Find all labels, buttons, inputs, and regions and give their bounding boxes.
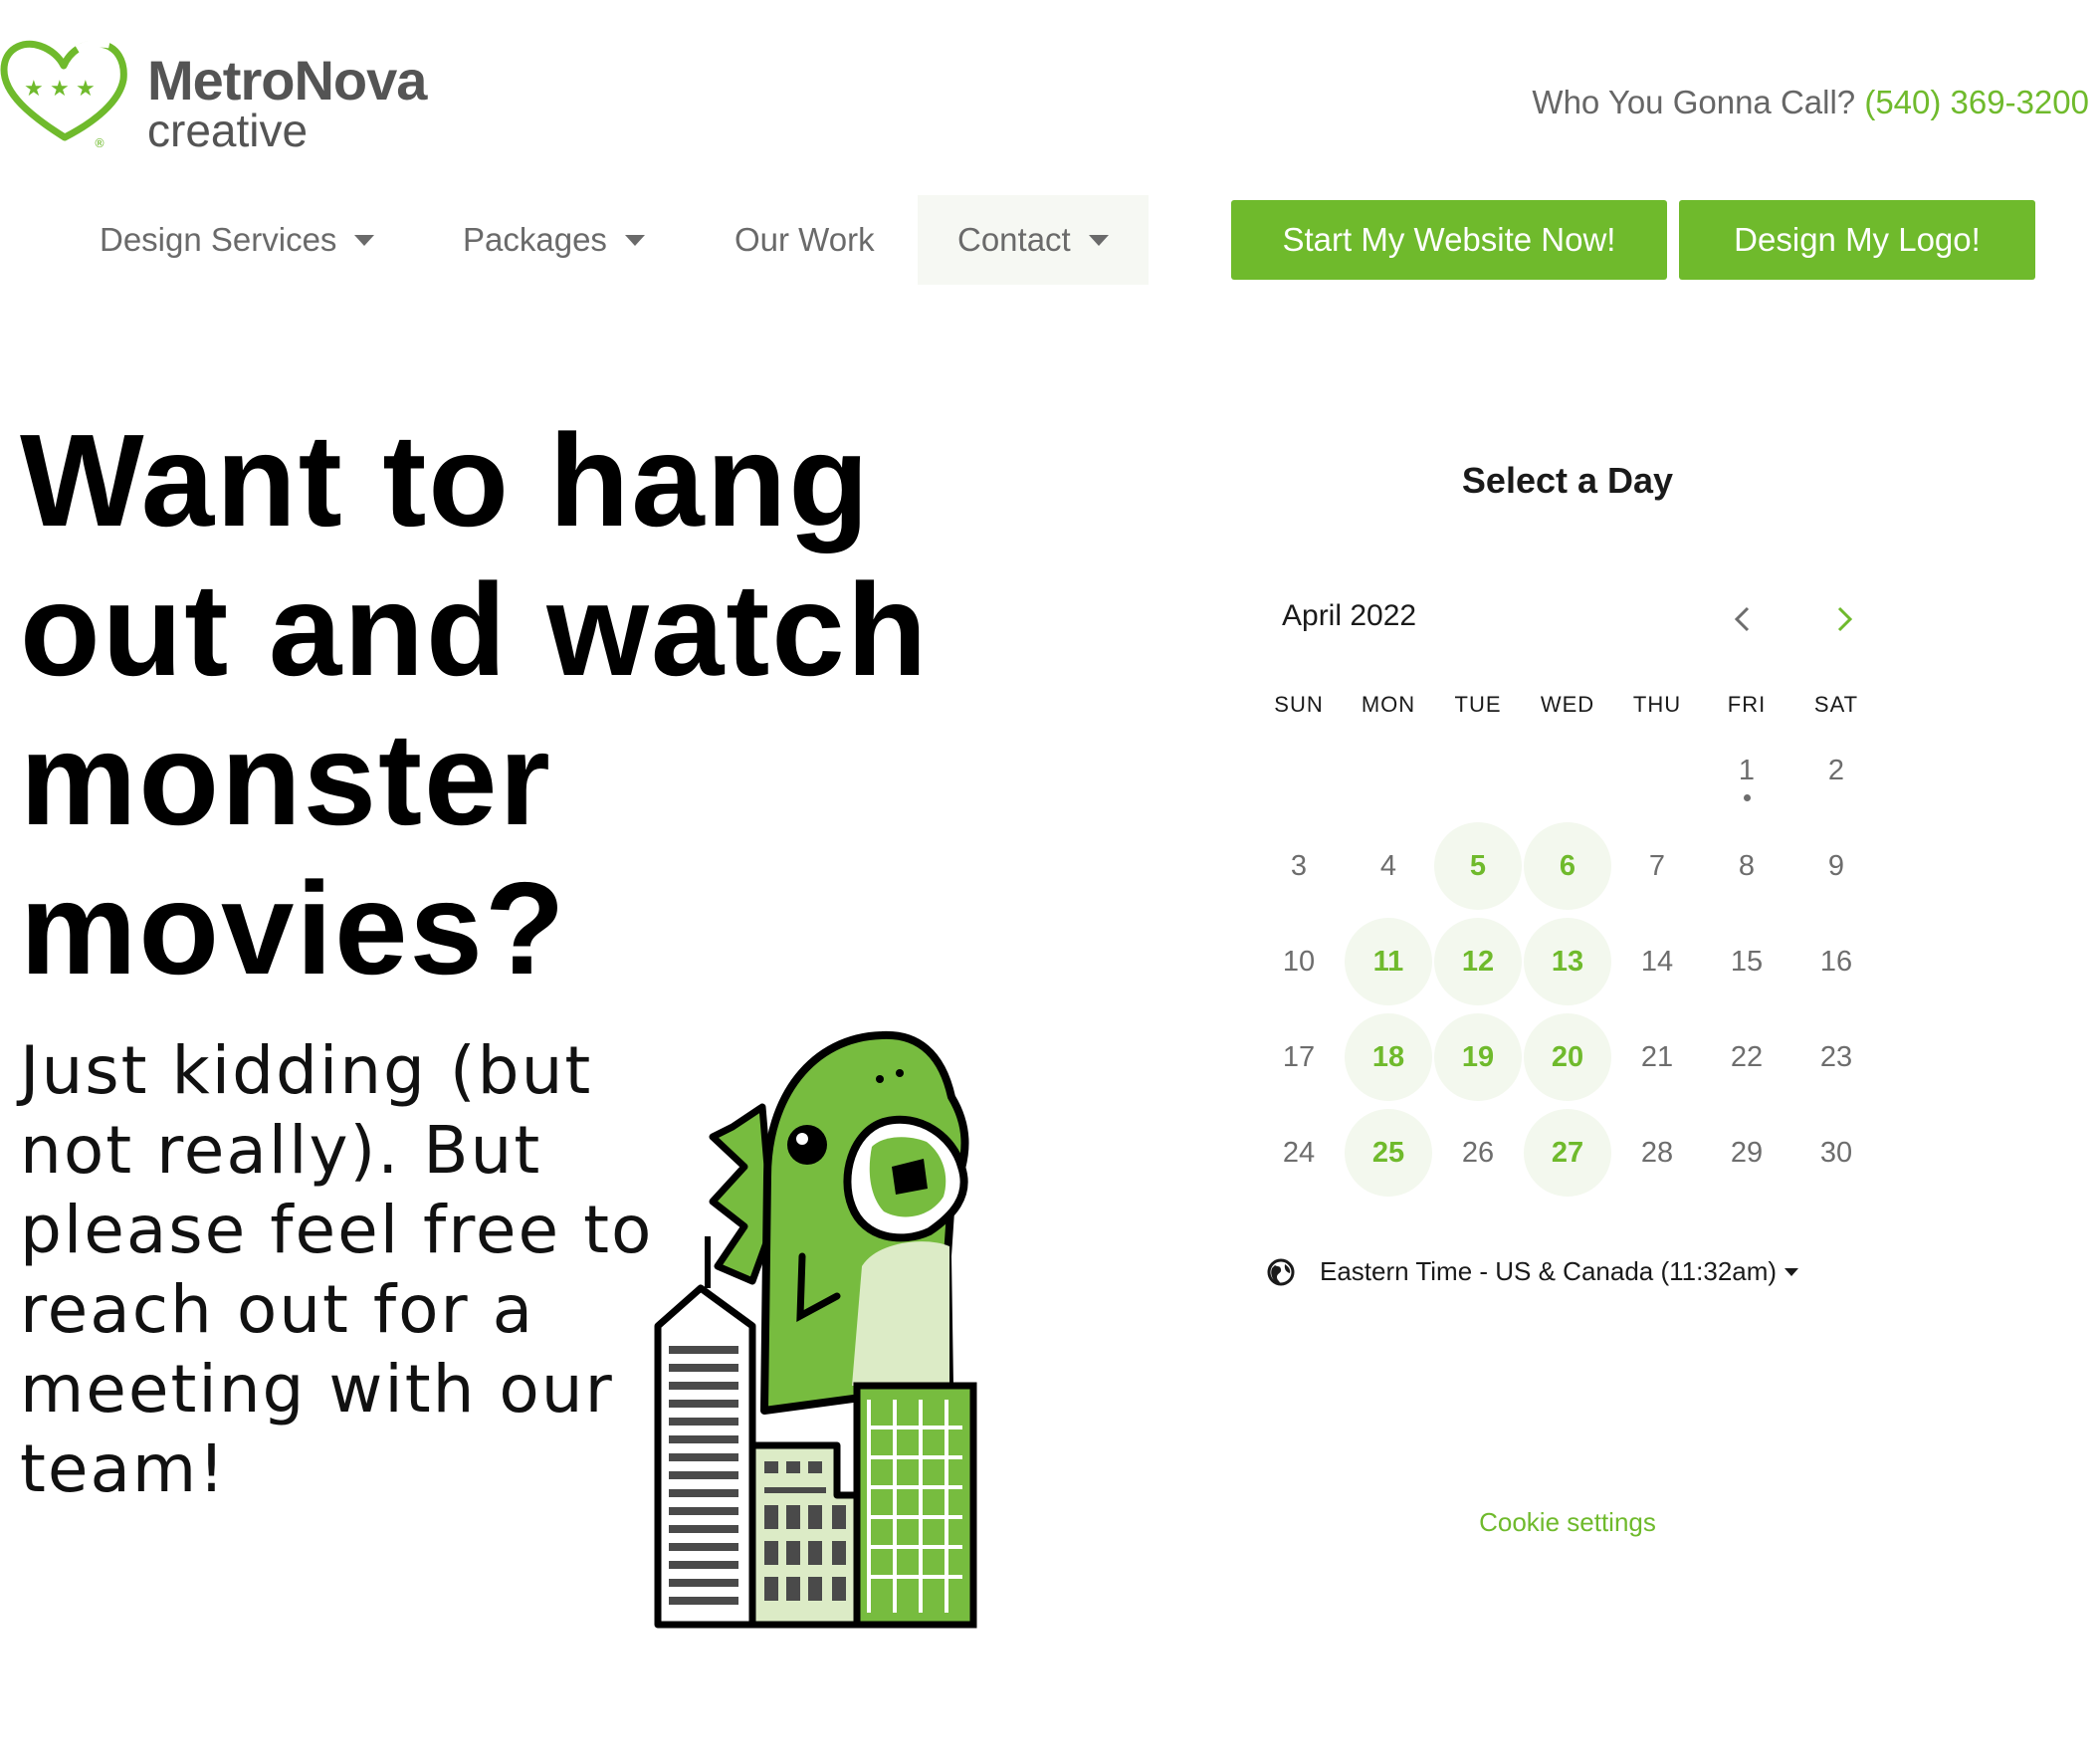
weekday-label: SUN [1274, 692, 1324, 717]
calendar-day: 24 [1282, 1136, 1316, 1169]
svg-text:★: ★ [76, 77, 96, 102]
svg-text:®: ® [94, 136, 105, 150]
hero-title: Want to hang out and watch monster movie… [20, 407, 930, 1001]
globe-icon [1267, 1258, 1295, 1285]
brand-subtitle: creative [147, 105, 309, 156]
calendar-day: 17 [1282, 1040, 1316, 1073]
nav-design-services[interactable]: Design Services [100, 195, 375, 285]
calendar-day: 9 [1827, 849, 1845, 882]
caret-down-icon [354, 234, 375, 246]
calendar-month: April 2022 [1282, 599, 1417, 632]
phone-link[interactable]: (540) 369-3200 [1864, 84, 2089, 120]
calendar-day: 15 [1730, 945, 1764, 978]
chevron-right-icon [1837, 606, 1853, 632]
calendar-day-available[interactable]: 27 [1524, 1109, 1611, 1197]
calendar-day: 23 [1819, 1040, 1853, 1073]
svg-text:★: ★ [50, 77, 70, 102]
page: ★ ★ ★ ® MetroNova creative Who You Gonna… [0, 0, 2100, 1758]
nav-label: Our Work [735, 221, 875, 258]
timezone-label: Eastern Time - US & Canada (11:32am) [1320, 1256, 1778, 1286]
chevron-left-icon [1734, 606, 1750, 632]
calendar-day: 3 [1290, 849, 1308, 882]
brand-logo[interactable]: ★ ★ ★ ® MetroNova creative [0, 36, 478, 156]
calendar-day: 7 [1648, 849, 1666, 882]
nav-label: Design Services [100, 221, 337, 258]
hero-text: Just kidding (but not really). But pleas… [20, 1032, 654, 1507]
contact-line: Who You Gonna Call? (540) 369-3200 [1532, 84, 2089, 121]
caret-down-icon [624, 234, 645, 246]
nav-label: Contact [957, 221, 1071, 258]
weekday-label: SAT [1813, 692, 1859, 717]
calendar-day: 10 [1282, 945, 1316, 978]
calendar-day-available[interactable]: 18 [1345, 1013, 1432, 1101]
caret-down-icon [1088, 234, 1109, 246]
calendar-day: 30 [1819, 1136, 1853, 1169]
calendar-day: 2 [1827, 754, 1845, 786]
today-indicator [1744, 794, 1751, 801]
calendar-heading: Select a Day [1461, 460, 1674, 501]
calendar-day: 29 [1730, 1136, 1764, 1169]
calendar-day: 16 [1819, 945, 1853, 978]
heart-logo-icon: ★ ★ ★ ® [0, 38, 127, 150]
calendar-day: 28 [1640, 1136, 1674, 1169]
start-website-button[interactable]: Start My Website Now! [1231, 200, 1667, 280]
calendar-day-available[interactable]: 12 [1434, 918, 1522, 1005]
calendar-day-available[interactable]: 13 [1524, 918, 1611, 1005]
calendar-day: 4 [1379, 849, 1397, 882]
calendar-day: 8 [1738, 849, 1756, 882]
calendar-day-available[interactable]: 19 [1434, 1013, 1522, 1101]
cookie-settings-link[interactable]: Cookie settings [1259, 1507, 1876, 1538]
previous-month-button[interactable] [1723, 599, 1763, 639]
weekday-label: WED [1540, 692, 1595, 717]
calendar-day: 22 [1730, 1040, 1764, 1073]
svg-text:★: ★ [24, 77, 44, 102]
weekday-label: MON [1361, 692, 1416, 717]
nav-our-work[interactable]: Our Work [735, 195, 875, 285]
calendar-day: 21 [1640, 1040, 1674, 1073]
timezone-selector[interactable]: Eastern Time - US & Canada (11:32am) [1266, 1256, 1799, 1287]
calendar-day-available[interactable]: 11 [1345, 918, 1432, 1005]
weekday-label: TUE [1454, 692, 1502, 717]
calendar-day: 14 [1640, 945, 1674, 978]
calendar-day-available[interactable]: 20 [1524, 1013, 1611, 1101]
nav-packages[interactable]: Packages [463, 195, 645, 285]
calendar-day-available[interactable]: 6 [1524, 822, 1611, 910]
calendar-day: 26 [1461, 1136, 1495, 1169]
calendar-day-available[interactable]: 5 [1434, 822, 1522, 910]
nav-label: Packages [463, 221, 607, 258]
design-logo-button[interactable]: Design My Logo! [1679, 200, 2035, 280]
weekday-label: FRI [1727, 692, 1767, 717]
calendar-day-available[interactable]: 25 [1345, 1109, 1432, 1197]
nav-contact[interactable]: Contact [918, 195, 1149, 285]
caret-down-icon [1785, 1267, 1799, 1276]
monster-city-illustration [654, 1030, 977, 1629]
weekday-label: THU [1632, 692, 1682, 717]
tagline: Who You Gonna Call? [1532, 84, 1856, 120]
next-month-button[interactable] [1824, 599, 1864, 639]
